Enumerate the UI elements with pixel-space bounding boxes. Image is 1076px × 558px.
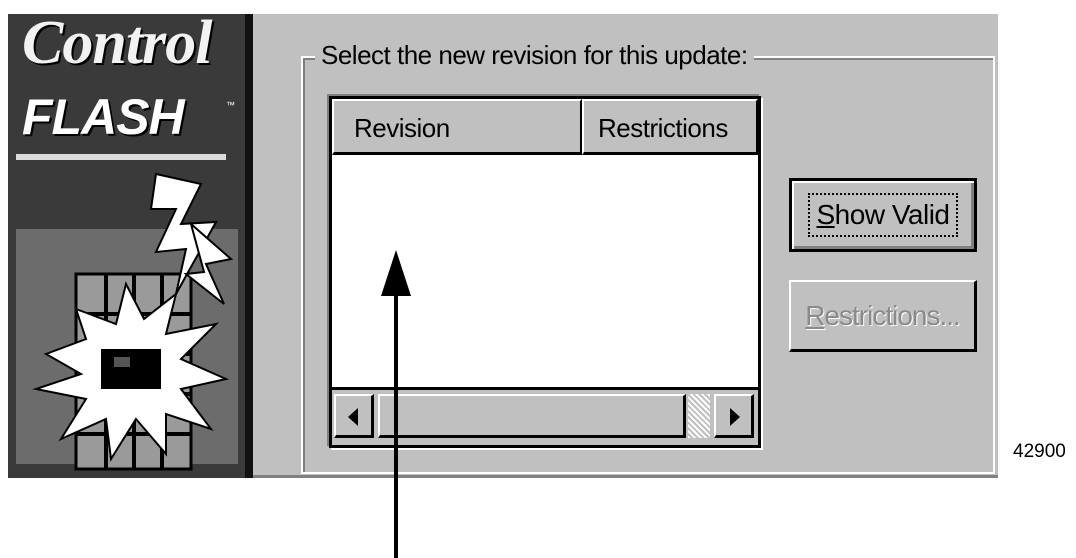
show-valid-label: how Valid	[834, 199, 950, 230]
restrictions-label: estrictions...	[824, 299, 960, 331]
restrictions-button[interactable]: Restrictions...	[789, 280, 977, 352]
show-valid-button[interactable]: Show Valid	[789, 178, 977, 252]
banner-edge	[245, 14, 253, 478]
scrollbar-thumb[interactable]	[378, 394, 686, 438]
banner-title-control: Control	[22, 14, 212, 77]
show-valid-mnemonic: S	[816, 199, 835, 230]
controlflash-banner: Control FLASH ™	[8, 14, 253, 478]
chip-lightning-icon	[32, 172, 234, 471]
scrollbar-track[interactable]	[688, 394, 710, 438]
horizontal-scrollbar[interactable]	[332, 387, 758, 445]
list-body[interactable]	[332, 155, 758, 387]
revision-list[interactable]: Revision Restrictions	[329, 96, 761, 448]
revision-dialog: Select the new revision for this update:…	[253, 14, 998, 478]
scroll-left-button[interactable]	[334, 394, 374, 438]
restrictions-mnemonic: R	[805, 299, 825, 331]
focus-rectangle: Show Valid	[808, 193, 958, 237]
list-header: Revision Restrictions	[332, 99, 758, 155]
column-header-revision[interactable]: Revision	[332, 99, 582, 155]
trademark-mark: ™	[226, 100, 235, 110]
column-header-restrictions[interactable]: Restrictions	[582, 99, 758, 155]
arrow-right-icon	[730, 408, 740, 426]
banner-title-flash: FLASH	[22, 89, 185, 145]
scroll-right-button[interactable]	[714, 394, 754, 438]
group-caption: Select the new revision for this update:	[315, 40, 754, 71]
figure-number: 42900	[1013, 441, 1066, 462]
banner-divider	[16, 154, 226, 160]
arrow-left-icon	[348, 408, 358, 426]
